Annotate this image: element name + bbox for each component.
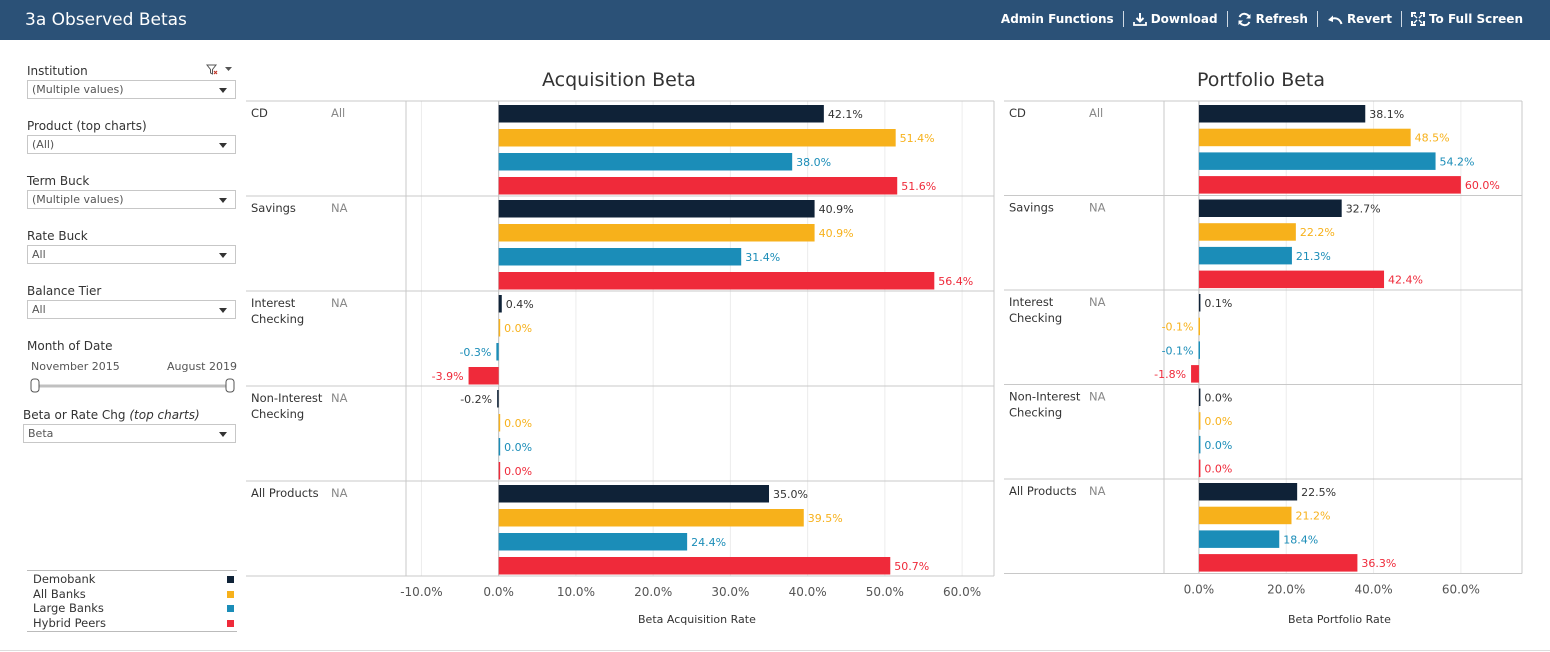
bar-all-products-large-banks [1198, 530, 1280, 548]
data-label: 18.4% [1283, 533, 1318, 546]
data-label: -0.1% [1162, 321, 1194, 334]
row-label-non-interest-checking: Non-Interest [1009, 390, 1081, 404]
data-label: 36.3% [1361, 557, 1396, 570]
row-label-interest-checking: Interest [1009, 295, 1054, 309]
bar-cd-hybrid-peers [1198, 176, 1461, 194]
data-label: -1.8% [1154, 368, 1186, 381]
data-label: 32.7% [1346, 203, 1381, 216]
row-label-non-interest-checking: Checking [1009, 406, 1062, 420]
data-label: 21.2% [1295, 510, 1330, 523]
bar-cd-all-banks [1198, 128, 1411, 147]
bar-savings-large-banks [1198, 246, 1292, 265]
data-label: 22.2% [1300, 226, 1335, 239]
row-label-all-products: All Products [1009, 484, 1077, 498]
row-label-interest-checking: Checking [1009, 311, 1062, 325]
x-tick-label: 40.0% [1354, 583, 1392, 597]
x-tick-label: 0.0% [1184, 583, 1215, 597]
bar-interest-checking-hybrid-peers [1191, 365, 1199, 383]
data-label: 0.0% [1204, 392, 1232, 405]
bar-cd-demobank [1198, 105, 1366, 123]
bar-non-interest-checking-all-banks [1198, 412, 1201, 430]
data-label: 0.0% [1204, 463, 1232, 476]
bar-interest-checking-large-banks [1198, 341, 1200, 359]
bar-non-interest-checking-demobank [1198, 388, 1201, 406]
bar-interest-checking-demobank [1198, 294, 1201, 312]
bar-savings-all-banks [1198, 223, 1296, 241]
data-label: 21.3% [1296, 250, 1331, 263]
data-label: -0.1% [1162, 344, 1194, 357]
data-label: 48.5% [1415, 132, 1450, 145]
data-label: 0.0% [1204, 439, 1232, 452]
bar-interest-checking-all-banks [1198, 317, 1200, 336]
x-tick-label: 20.0% [1267, 583, 1305, 597]
row-sublabel: NA [1089, 484, 1106, 498]
data-label: 54.2% [1440, 155, 1475, 168]
bottom-divider [0, 650, 1550, 651]
row-sublabel: All [1089, 106, 1103, 120]
row-sublabel: NA [1089, 295, 1106, 309]
data-label: 22.5% [1301, 486, 1336, 499]
data-label: 42.4% [1388, 274, 1423, 287]
portfolio-beta-chart: 0.0% 20.0% 40.0% 60.0% CD All 38.1% 48.5% 54.2% 6… [1004, 100, 1523, 597]
bar-all-products-hybrid-peers [1198, 554, 1358, 572]
row-label-cd: CD [1009, 106, 1026, 120]
data-label: 0.0% [1204, 415, 1232, 428]
data-label: 38.1% [1369, 108, 1404, 121]
row-label-savings: Savings [1009, 201, 1054, 215]
bar-non-interest-checking-hybrid-peers [1198, 459, 1201, 478]
bar-savings-demobank [1198, 199, 1342, 217]
bar-all-products-all-banks [1198, 506, 1292, 525]
x-tick-label: 60.0% [1442, 583, 1480, 597]
row-sublabel: NA [1089, 390, 1106, 404]
bar-cd-large-banks [1198, 152, 1436, 170]
data-label: 0.1% [1204, 297, 1232, 310]
row-sublabel: NA [1089, 201, 1106, 215]
data-label: 60.0% [1465, 179, 1500, 192]
bar-all-products-demobank [1198, 483, 1298, 501]
bar-non-interest-checking-large-banks [1198, 435, 1201, 454]
bar-savings-hybrid-peers [1198, 270, 1385, 289]
